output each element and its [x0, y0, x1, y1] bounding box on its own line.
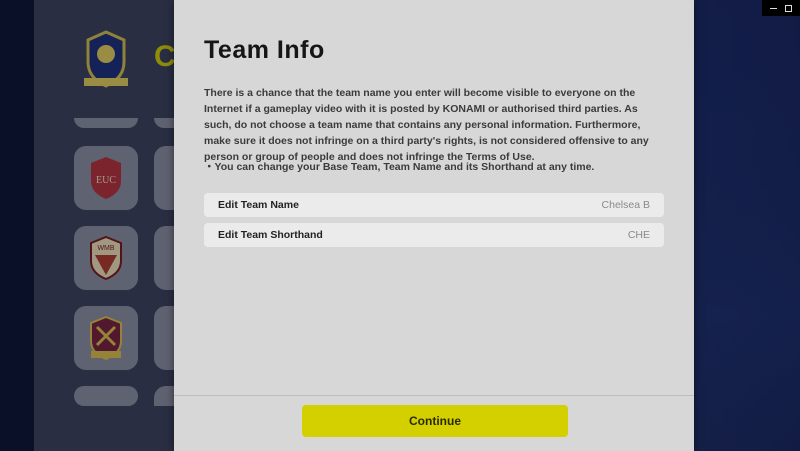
team-shorthand-value: CHE [627, 229, 650, 241]
edit-team-shorthand-row[interactable]: Edit Team Shorthand CHE [204, 223, 664, 247]
team-name-value: Chelsea B [601, 199, 650, 211]
maximize-icon[interactable] [785, 4, 792, 12]
footer-divider [174, 395, 694, 396]
continue-button[interactable]: Continue [302, 405, 568, 437]
minimize-icon[interactable] [770, 7, 777, 9]
window-controls [762, 0, 800, 16]
dialog-body-text: There is a chance that the team name you… [204, 87, 649, 163]
dialog-title: Team Info [204, 36, 325, 64]
team-info-dialog: Team Info There is a chance that the tea… [174, 0, 694, 451]
edit-team-name-label: Edit Team Name [218, 199, 299, 211]
dialog-note-text: ・You can change your Base Team, Team Nam… [204, 161, 595, 173]
edit-team-name-row[interactable]: Edit Team Name Chelsea B [204, 193, 664, 217]
edit-team-shorthand-label: Edit Team Shorthand [218, 229, 323, 241]
